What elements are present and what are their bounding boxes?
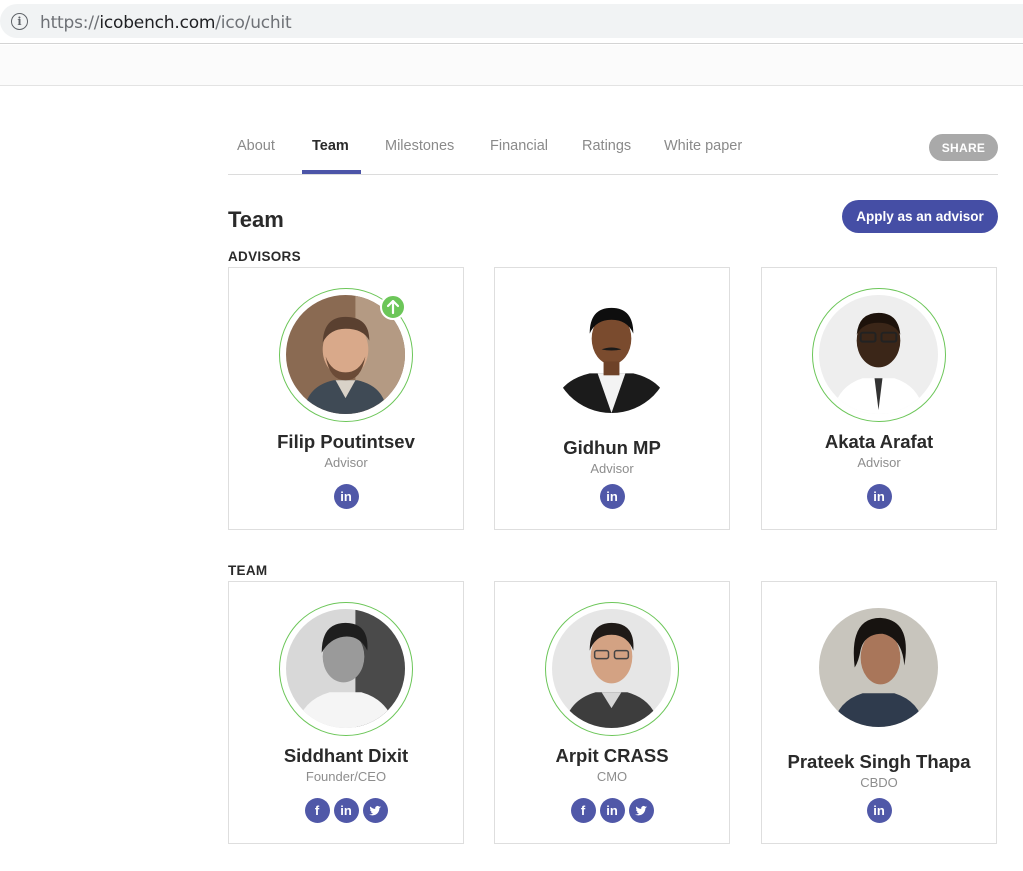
member-role: Advisor: [857, 455, 901, 470]
linkedin-icon[interactable]: in: [333, 484, 359, 509]
twitter-icon[interactable]: [362, 798, 388, 823]
member-name: Filip Poutintsev: [277, 431, 415, 452]
url-scheme: https://: [40, 13, 100, 33]
member-name: Arpit CRASS: [555, 745, 669, 766]
avatar[interactable]: [552, 609, 671, 728]
tab-team[interactable]: Team: [312, 138, 349, 154]
member-role: CMO: [596, 769, 628, 784]
member-name: Prateek Singh Thapa: [787, 751, 971, 772]
social-links: in: [495, 484, 729, 509]
advisor-card: Gidhun MP Advisor in: [494, 267, 730, 530]
section-title: Team: [228, 207, 284, 232]
url-field[interactable]: i https://icobench.com/ico/uchit: [0, 4, 1023, 38]
ico-tab-bar: About Team Milestones Financial Ratings …: [228, 122, 998, 175]
avatar[interactable]: [286, 609, 405, 728]
member-role: Advisor: [324, 455, 368, 470]
team-card: Arpit CRASS CMO f in: [494, 581, 730, 844]
url-text[interactable]: https://icobench.com/ico/uchit: [40, 13, 292, 33]
advisors-heading: ADVISORS: [228, 249, 301, 264]
social-links: f in: [495, 798, 729, 823]
linkedin-icon[interactable]: in: [599, 798, 625, 823]
avatar[interactable]: [819, 608, 938, 727]
tab-white-paper[interactable]: White paper: [664, 138, 742, 154]
active-tab-indicator: [302, 170, 361, 174]
social-links: in: [229, 484, 463, 509]
avatar[interactable]: [819, 295, 938, 414]
linkedin-icon[interactable]: in: [599, 484, 625, 509]
verified-ring: [545, 602, 679, 736]
share-button[interactable]: SHARE: [929, 134, 998, 161]
apply-as-advisor-button[interactable]: Apply as an advisor: [842, 200, 998, 233]
advisor-card: Akata Arafat Advisor in: [761, 267, 997, 530]
linkedin-icon[interactable]: in: [866, 798, 892, 823]
member-name: Gidhun MP: [563, 437, 661, 458]
team-card: Siddhant Dixit Founder/CEO f in: [228, 581, 464, 844]
browser-address-bar: i https://icobench.com/ico/uchit: [0, 0, 1023, 44]
url-path: /ico/uchit: [215, 13, 292, 33]
linkedin-icon[interactable]: in: [866, 484, 892, 509]
verified-ring: [279, 602, 413, 736]
team-heading: TEAM: [228, 563, 268, 578]
url-host: icobench.com: [99, 13, 216, 33]
tab-milestones[interactable]: Milestones: [385, 138, 454, 154]
tab-ratings[interactable]: Ratings: [582, 138, 631, 154]
info-icon[interactable]: i: [11, 13, 28, 30]
member-name: Akata Arafat: [824, 431, 934, 452]
member-role: Founder/CEO: [305, 769, 387, 784]
twitter-icon[interactable]: [628, 798, 654, 823]
linkedin-icon[interactable]: in: [333, 798, 359, 823]
social-links: in: [762, 484, 996, 509]
team-card: Prateek Singh Thapa CBDO in: [761, 581, 997, 844]
social-links: in: [762, 798, 996, 823]
facebook-icon[interactable]: f: [304, 798, 330, 823]
site-header-strip: [0, 45, 1023, 86]
member-role: CBDO: [860, 775, 898, 790]
advisor-card: Filip Poutintsev Advisor in: [228, 267, 464, 530]
verified-badge: [380, 294, 406, 320]
avatar[interactable]: [552, 294, 671, 413]
tab-about[interactable]: About: [237, 138, 275, 154]
social-links: f in: [229, 798, 463, 823]
member-role: Advisor: [590, 461, 634, 476]
arrow-up-icon: [387, 300, 399, 314]
facebook-icon[interactable]: f: [570, 798, 596, 823]
tab-financial[interactable]: Financial: [490, 138, 548, 154]
member-name: Siddhant Dixit: [283, 745, 409, 766]
verified-ring: [812, 288, 946, 422]
